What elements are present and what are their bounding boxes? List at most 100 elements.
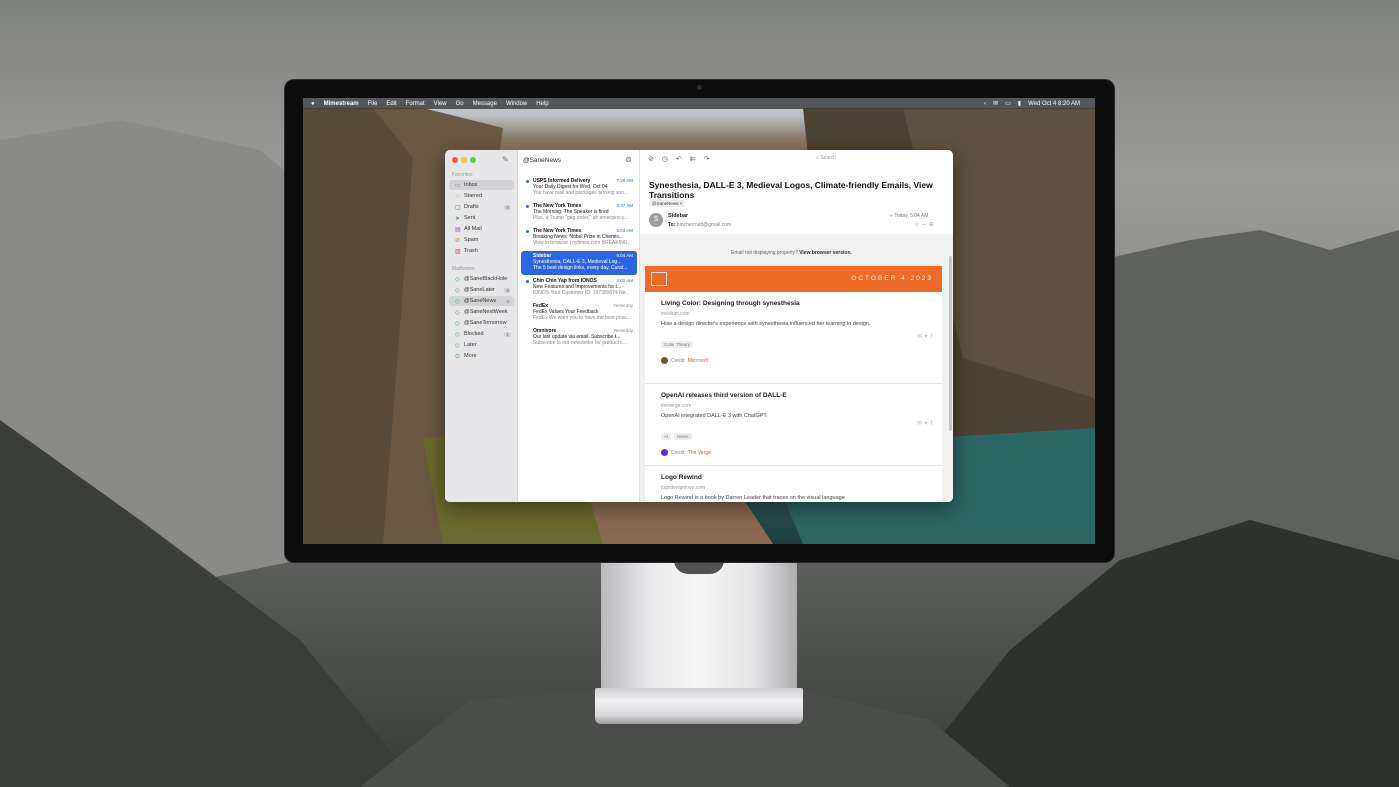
menu-window[interactable]: Window: [506, 101, 527, 107]
send-icon: ➤: [455, 215, 461, 222]
article-tag[interactable]: News: [674, 433, 692, 440]
spam-icon: ⊘: [455, 237, 461, 244]
article-title[interactable]: Logo Rewind: [661, 474, 926, 481]
camera-icon: [697, 85, 702, 90]
menu-go[interactable]: Go: [456, 101, 464, 107]
menu-app-name[interactable]: Mimestream: [324, 101, 359, 107]
sidebar-item-sanenews[interactable]: ◇ @SaneNews 4: [449, 296, 514, 306]
message-row[interactable]: The New York Times 5:04 AM Breaking News:…: [521, 226, 637, 250]
article-title[interactable]: Living Color: Designing through synesthe…: [661, 300, 926, 307]
label-icon: ◇: [455, 287, 460, 294]
sidebar-item-inbox[interactable]: ▭ Inbox: [449, 180, 514, 190]
label-icon: ◇: [455, 342, 460, 349]
chevron-left-icon[interactable]: ‹: [984, 101, 986, 107]
newsletter-banner: OCTOBER 4 2023: [645, 266, 942, 292]
minimize-window-button[interactable]: [461, 157, 467, 163]
share-icons[interactable]: ✉ ✦ f: [917, 420, 932, 427]
apple-icon[interactable]: ●: [311, 101, 315, 107]
sidebar-item-starred[interactable]: ☆ Starred: [449, 191, 514, 201]
menu-clock[interactable]: Wed Oct 4 8:20 AM: [1028, 101, 1080, 107]
clock-icon[interactable]: ◷: [662, 155, 668, 163]
unread-dot: [526, 205, 529, 208]
scrollbar[interactable]: [949, 256, 952, 431]
mailboxes-heading: Mailboxes: [452, 266, 475, 272]
mail-window: ✎ Favorites ▭ Inbox ☆ Starred ▢ Drafts 6 ➤ Se…: [445, 150, 953, 502]
sidebar-item-trash[interactable]: ▥ Trash: [449, 246, 514, 256]
archive-icon: ▤: [455, 226, 461, 233]
sidebar-item-later[interactable]: ◇ Later: [449, 340, 514, 350]
filter-icon[interactable]: ⊜: [625, 155, 632, 164]
sidebar-item-drafts[interactable]: ▢ Drafts 6: [449, 202, 514, 212]
sidebar-item-more[interactable]: ⊙ More: [449, 351, 514, 361]
article-description: OpenAI integrated DALL-E 3 with ChatGPT.: [661, 413, 768, 419]
banner-date: OCTOBER 4 2023: [851, 275, 933, 282]
menu-edit[interactable]: Edit: [386, 101, 396, 107]
monitor-stand-foot: [595, 688, 803, 724]
share-icons[interactable]: ✉ ✦ f: [917, 333, 932, 340]
message-row-selected[interactable]: Sidebar 5:04 AM Synesthesia, DALL-E 3, Me…: [521, 251, 637, 275]
stand-cutout: [674, 560, 724, 574]
message-actions[interactable]: ☆ ⇔ ⊖: [914, 221, 934, 228]
menu-help[interactable]: Help: [536, 101, 548, 107]
display-icon[interactable]: ▭: [1005, 100, 1011, 107]
label-icon: ◇: [455, 331, 460, 338]
label-icon: ◇: [455, 309, 460, 316]
article-card: Living Color: Designing through synesthe…: [645, 292, 942, 384]
monitor-stand: [601, 560, 797, 690]
browser-version-notice: Email not displaying properly? View brow…: [731, 250, 852, 256]
sidebar-item-all-mail[interactable]: ▤ All Mail: [449, 224, 514, 234]
sidebar-item-blocked[interactable]: ◇ Blocked 1: [449, 329, 514, 339]
menu-format[interactable]: Format: [406, 101, 425, 107]
reply-all-icon[interactable]: ⇇: [690, 155, 696, 163]
article-description: Logo Rewind is a book by Darren Leader t…: [661, 495, 845, 501]
star-icon: ☆: [455, 193, 461, 200]
article-source: logodesignlove.com: [661, 485, 706, 491]
message-row[interactable]: USPS Informed Delivery 7:26 AM Your Daily…: [521, 176, 637, 200]
trash-icon: ▥: [455, 248, 461, 255]
menu-file[interactable]: File: [368, 101, 378, 107]
message-row[interactable]: Omnivore Yesterday Our last update via em…: [521, 326, 637, 350]
article-tag[interactable]: Color Theory: [661, 341, 693, 348]
sidebar-item-saneblackhole[interactable]: ◇ @SaneBlackHole: [449, 274, 514, 284]
reply-icon[interactable]: ↶: [676, 155, 682, 163]
article-tag[interactable]: AI: [661, 433, 672, 440]
view-browser-link[interactable]: View browser version.: [799, 250, 852, 256]
message-row[interactable]: FedEx Yesterday FedEx Values Your Feedbac…: [521, 301, 637, 325]
article-card: OpenAI releases third version of DALL-E …: [645, 384, 942, 466]
sidebar-logo-icon: [651, 272, 667, 286]
menu-bar: ● Mimestream File Edit Format View Go Me…: [303, 98, 1095, 109]
more-icon: ⊙: [455, 353, 461, 360]
article-credit: Credit: Microsoft: [661, 357, 926, 364]
sidebar-item-sent[interactable]: ➤ Sent: [449, 213, 514, 223]
reader-pane: ⊘ ◷ ↶ ⇇ ↷ ⌕ Search Synesthesia, DALL-E 3…: [640, 150, 953, 502]
sender-name[interactable]: Sidebar: [668, 213, 688, 219]
sidebar-item-sanetomorrow[interactable]: ◇ @SaneTomorrow: [449, 318, 514, 328]
sidebar-item-spam[interactable]: ⊘ Spam: [449, 235, 514, 245]
menu-message[interactable]: Message: [473, 101, 497, 107]
article-card: Logo Rewind logodesignlove.com Logo Rewi…: [645, 466, 942, 502]
mail-status-icon[interactable]: ✉: [993, 100, 998, 107]
label-chip[interactable]: @SaneNews ×: [649, 200, 686, 207]
label-icon: ◇: [455, 276, 460, 283]
article-title[interactable]: OpenAI releases third version of DALL-E: [661, 392, 926, 399]
message-row[interactable]: Chin Chin Yap from IONOS 2:02 AM New Feat…: [521, 276, 637, 300]
battery-icon[interactable]: ▮: [1018, 100, 1021, 107]
menu-view[interactable]: View: [434, 101, 447, 107]
forward-icon[interactable]: ↷: [704, 155, 710, 163]
unread-dot: [526, 180, 529, 183]
desktop-screen: ● Mimestream File Edit Format View Go Me…: [303, 98, 1095, 544]
avatar: S: [649, 213, 663, 227]
label-icon: ◇: [455, 320, 460, 327]
message-row[interactable]: The New York Times 5:47 AM The Morning: T…: [521, 201, 637, 225]
draft-icon: ▢: [455, 204, 461, 211]
article-source: theverge.com: [661, 403, 692, 409]
unread-dot: [526, 280, 529, 283]
label-icon[interactable]: ⊘: [648, 155, 654, 163]
search-input[interactable]: ⌕ Search: [812, 155, 947, 164]
zoom-window-button[interactable]: [470, 157, 476, 163]
compose-icon[interactable]: ✎: [502, 155, 509, 164]
email-date: ◐ Today, 5:04 AM: [890, 213, 929, 219]
sidebar-item-sanelater[interactable]: ◇ @SaneLater 5: [449, 285, 514, 295]
close-window-button[interactable]: [452, 157, 458, 163]
sidebar-item-sanenextweek[interactable]: ◇ @SaneNextWeek: [449, 307, 514, 317]
